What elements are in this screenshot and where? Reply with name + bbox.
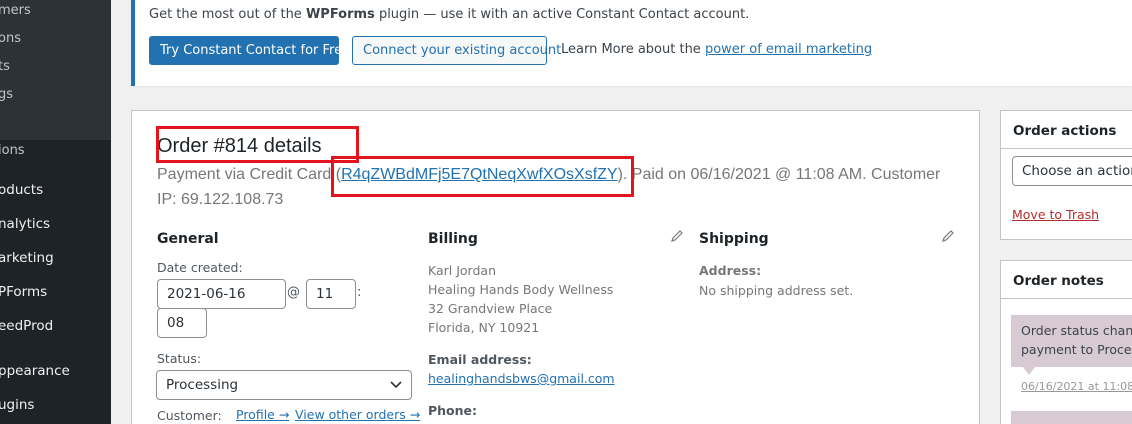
sidebar-item-marketing[interactable]: arketing xyxy=(0,250,54,266)
constant-contact-notice: Get the most out of the WPForms plugin —… xyxy=(131,0,1132,86)
minute-input[interactable]: 08 xyxy=(157,308,207,338)
move-to-trash-link[interactable]: Move to Trash xyxy=(1012,207,1099,222)
billing-street: 32 Grandview Place xyxy=(428,301,553,316)
try-constant-contact-button[interactable]: Try Constant Contact for Free xyxy=(149,36,350,65)
shipping-address-label: Address: xyxy=(699,263,762,278)
billing-heading: Billing xyxy=(428,231,478,247)
notice-message-post: plugin — use it with an active Constant … xyxy=(374,7,750,22)
date-created-label: Date created: xyxy=(157,260,243,275)
view-other-orders-link[interactable]: View other orders → xyxy=(295,407,420,422)
sidebar-subitem-extensions[interactable]: ons xyxy=(0,31,21,46)
phone-label: Phone: xyxy=(428,403,478,418)
learn-more-label: Learn More about the xyxy=(561,42,705,57)
order-action-select[interactable]: Choose an action... xyxy=(1012,156,1132,186)
sidebar-subitem-reports[interactable]: ts xyxy=(0,59,10,74)
admin-sidebar: mers ons ts gs ions oducts nalytics arke… xyxy=(0,0,111,424)
status-select-value: Processing xyxy=(166,377,239,393)
sidebar-subitem-extra[interactable]: ions xyxy=(0,143,25,158)
shipping-address-value: No shipping address set. xyxy=(699,283,854,298)
notice-message-bold: WPForms xyxy=(305,7,375,22)
order-notes-box: Order notes Order status change payment … xyxy=(1000,260,1132,424)
billing-name: Karl Jordan xyxy=(428,263,496,278)
date-created-input[interactable]: 2021-06-16 xyxy=(157,279,286,309)
sidebar-item-appearance[interactable]: ppearance xyxy=(0,363,70,379)
order-actions-heading: Order actions xyxy=(1001,111,1132,149)
sidebar-item-products[interactable]: oducts xyxy=(0,182,43,198)
status-select[interactable]: Processing xyxy=(156,370,412,400)
email-address-label: Email address: xyxy=(428,352,532,367)
transaction-highlight-box xyxy=(331,156,634,197)
at-sign: @ xyxy=(287,285,300,300)
order-note-second xyxy=(1011,411,1132,424)
customer-label: Customer: xyxy=(157,408,222,423)
order-data-panel: Order #814 details Payment via Credit Ca… xyxy=(131,110,980,424)
order-note-line2: payment to Process xyxy=(1021,342,1132,357)
customer-profile-link[interactable]: Profile → xyxy=(236,407,289,422)
billing-city: Florida, NY 10921 xyxy=(428,320,540,335)
sidebar-item-plugins[interactable]: ugins xyxy=(0,397,34,413)
chevron-down-icon xyxy=(390,381,402,389)
edit-shipping-pencil-icon[interactable] xyxy=(941,229,955,243)
general-heading: General xyxy=(157,231,219,247)
payment-info-pre: Payment via Credit Card ( xyxy=(157,166,342,183)
sidebar-item-analytics[interactable]: nalytics xyxy=(0,216,50,232)
email-marketing-link[interactable]: power of email marketing xyxy=(705,42,872,57)
connect-account-button[interactable]: Connect your existing account xyxy=(352,36,561,65)
edit-billing-pencil-icon[interactable] xyxy=(670,229,684,243)
billing-company: Healing Hands Body Wellness xyxy=(428,282,614,297)
title-highlight-box xyxy=(156,126,359,163)
sidebar-subitem-settings[interactable]: gs xyxy=(0,87,13,102)
notice-message-pre: Get the most out of the xyxy=(149,7,306,22)
status-label: Status: xyxy=(157,351,202,366)
notice-message: Get the most out of the WPForms plugin —… xyxy=(149,7,749,22)
sidebar-subitem-customers[interactable]: mers xyxy=(0,3,31,18)
learn-more-text: Learn More about the power of email mark… xyxy=(561,42,872,57)
order-note: Order status change payment to Process xyxy=(1011,315,1132,367)
hour-input[interactable]: 11 xyxy=(306,279,356,309)
shipping-heading: Shipping xyxy=(699,231,769,247)
note-pointer xyxy=(1023,367,1035,375)
order-note-line1: Order status change xyxy=(1021,323,1132,338)
time-colon: : xyxy=(357,285,362,300)
order-note-meta: 06/16/2021 at 11:08 AM xyxy=(1021,380,1132,393)
order-notes-heading: Order notes xyxy=(1001,261,1132,299)
sidebar-submenu xyxy=(0,0,111,140)
sidebar-item-seedprod[interactable]: eedProd xyxy=(0,318,53,334)
billing-email-link[interactable]: healinghandsbws@gmail.com xyxy=(428,371,615,386)
sidebar-item-wpforms[interactable]: PForms xyxy=(0,284,47,300)
order-actions-box: Order actions Choose an action... Move t… xyxy=(1000,110,1132,240)
